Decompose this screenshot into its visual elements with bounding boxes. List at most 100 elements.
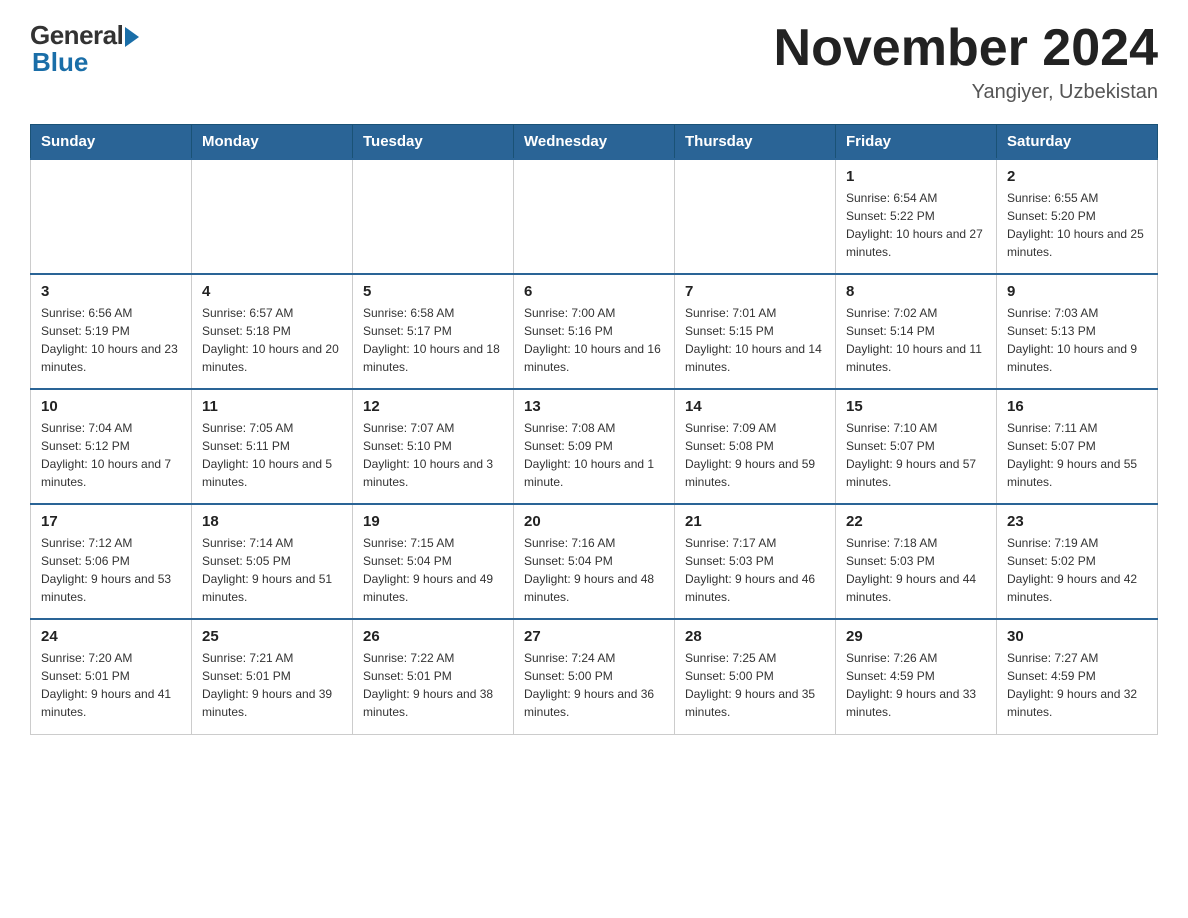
calendar-cell: 25 Sunrise: 7:21 AM Sunset: 5:01 PM Dayli… bbox=[192, 619, 353, 734]
calendar-week-row: 24 Sunrise: 7:20 AM Sunset: 5:01 PM Dayli… bbox=[31, 619, 1158, 734]
day-number: 28 bbox=[685, 628, 825, 645]
day-number: 18 bbox=[202, 513, 342, 530]
calendar-cell: 11 Sunrise: 7:05 AM Sunset: 5:11 PM Dayli… bbox=[192, 389, 353, 504]
day-of-week-header: Tuesday bbox=[353, 125, 514, 160]
calendar-cell: 27 Sunrise: 7:24 AM Sunset: 5:00 PM Dayli… bbox=[514, 619, 675, 734]
day-sun-info: Sunrise: 7:08 AM Sunset: 5:09 PM Dayligh… bbox=[524, 419, 664, 491]
logo: General Blue bbox=[30, 20, 139, 78]
day-number: 23 bbox=[1007, 513, 1147, 530]
day-sun-info: Sunrise: 7:20 AM Sunset: 5:01 PM Dayligh… bbox=[41, 649, 181, 721]
day-number: 10 bbox=[41, 398, 181, 415]
calendar-header-row: SundayMondayTuesdayWednesdayThursdayFrid… bbox=[31, 125, 1158, 160]
day-number: 24 bbox=[41, 628, 181, 645]
day-of-week-header: Thursday bbox=[675, 125, 836, 160]
day-sun-info: Sunrise: 7:11 AM Sunset: 5:07 PM Dayligh… bbox=[1007, 419, 1147, 491]
day-sun-info: Sunrise: 6:55 AM Sunset: 5:20 PM Dayligh… bbox=[1007, 189, 1147, 261]
calendar-cell: 8Sunrise: 7:02 AM Sunset: 5:14 PM Daylig… bbox=[836, 274, 997, 389]
day-sun-info: Sunrise: 7:00 AM Sunset: 5:16 PM Dayligh… bbox=[524, 304, 664, 376]
day-number: 14 bbox=[685, 398, 825, 415]
calendar-cell: 28 Sunrise: 7:25 AM Sunset: 5:00 PM Dayli… bbox=[675, 619, 836, 734]
day-number: 1 bbox=[846, 168, 986, 185]
calendar-cell bbox=[31, 159, 192, 274]
day-number: 5 bbox=[363, 283, 503, 300]
day-number: 4 bbox=[202, 283, 342, 300]
day-sun-info: Sunrise: 7:21 AM Sunset: 5:01 PM Dayligh… bbox=[202, 649, 342, 721]
day-sun-info: Sunrise: 6:58 AM Sunset: 5:17 PM Dayligh… bbox=[363, 304, 503, 376]
calendar-cell: 23 Sunrise: 7:19 AM Sunset: 5:02 PM Dayli… bbox=[997, 504, 1158, 619]
calendar-cell: 6 Sunrise: 7:00 AM Sunset: 5:16 PM Daylig… bbox=[514, 274, 675, 389]
calendar-cell bbox=[353, 159, 514, 274]
logo-arrow-icon bbox=[125, 27, 139, 47]
day-sun-info: Sunrise: 7:27 AM Sunset: 4:59 PM Dayligh… bbox=[1007, 649, 1147, 721]
day-sun-info: Sunrise: 7:24 AM Sunset: 5:00 PM Dayligh… bbox=[524, 649, 664, 721]
day-sun-info: Sunrise: 6:57 AM Sunset: 5:18 PM Dayligh… bbox=[202, 304, 342, 376]
calendar-cell: 21 Sunrise: 7:17 AM Sunset: 5:03 PM Dayli… bbox=[675, 504, 836, 619]
calendar-cell bbox=[192, 159, 353, 274]
day-sun-info: Sunrise: 7:19 AM Sunset: 5:02 PM Dayligh… bbox=[1007, 534, 1147, 606]
day-of-week-header: Friday bbox=[836, 125, 997, 160]
day-of-week-header: Monday bbox=[192, 125, 353, 160]
calendar-cell: 20 Sunrise: 7:16 AM Sunset: 5:04 PM Dayli… bbox=[514, 504, 675, 619]
day-number: 30 bbox=[1007, 628, 1147, 645]
day-number: 19 bbox=[363, 513, 503, 530]
day-sun-info: Sunrise: 7:10 AM Sunset: 5:07 PM Dayligh… bbox=[846, 419, 986, 491]
day-sun-info: Sunrise: 7:09 AM Sunset: 5:08 PM Dayligh… bbox=[685, 419, 825, 491]
day-number: 2 bbox=[1007, 168, 1147, 185]
day-number: 17 bbox=[41, 513, 181, 530]
calendar-week-row: 17Sunrise: 7:12 AM Sunset: 5:06 PM Dayli… bbox=[31, 504, 1158, 619]
calendar-week-row: 10 Sunrise: 7:04 AM Sunset: 5:12 PM Dayli… bbox=[31, 389, 1158, 504]
day-number: 9 bbox=[1007, 283, 1147, 300]
day-sun-info: Sunrise: 7:17 AM Sunset: 5:03 PM Dayligh… bbox=[685, 534, 825, 606]
calendar-cell: 1 Sunrise: 6:54 AM Sunset: 5:22 PM Daylig… bbox=[836, 159, 997, 274]
calendar-cell: 12 Sunrise: 7:07 AM Sunset: 5:10 PM Dayli… bbox=[353, 389, 514, 504]
title-section: November 2024 Yangiyer, Uzbekistan bbox=[774, 20, 1158, 104]
calendar-table: SundayMondayTuesdayWednesdayThursdayFrid… bbox=[30, 124, 1158, 735]
calendar-cell: 14 Sunrise: 7:09 AM Sunset: 5:08 PM Dayli… bbox=[675, 389, 836, 504]
calendar-cell: 26Sunrise: 7:22 AM Sunset: 5:01 PM Dayli… bbox=[353, 619, 514, 734]
day-number: 25 bbox=[202, 628, 342, 645]
day-sun-info: Sunrise: 7:16 AM Sunset: 5:04 PM Dayligh… bbox=[524, 534, 664, 606]
day-number: 6 bbox=[524, 283, 664, 300]
calendar-cell bbox=[514, 159, 675, 274]
day-number: 22 bbox=[846, 513, 986, 530]
day-number: 16 bbox=[1007, 398, 1147, 415]
calendar-cell: 22 Sunrise: 7:18 AM Sunset: 5:03 PM Dayli… bbox=[836, 504, 997, 619]
day-number: 7 bbox=[685, 283, 825, 300]
calendar-cell: 9 Sunrise: 7:03 AM Sunset: 5:13 PM Daylig… bbox=[997, 274, 1158, 389]
calendar-cell: 2 Sunrise: 6:55 AM Sunset: 5:20 PM Daylig… bbox=[997, 159, 1158, 274]
day-sun-info: Sunrise: 7:18 AM Sunset: 5:03 PM Dayligh… bbox=[846, 534, 986, 606]
calendar-cell: 16 Sunrise: 7:11 AM Sunset: 5:07 PM Dayli… bbox=[997, 389, 1158, 504]
calendar-cell bbox=[675, 159, 836, 274]
calendar-cell: 7 Sunrise: 7:01 AM Sunset: 5:15 PM Daylig… bbox=[675, 274, 836, 389]
day-number: 21 bbox=[685, 513, 825, 530]
day-number: 13 bbox=[524, 398, 664, 415]
day-sun-info: Sunrise: 7:01 AM Sunset: 5:15 PM Dayligh… bbox=[685, 304, 825, 376]
calendar-cell: 17Sunrise: 7:12 AM Sunset: 5:06 PM Dayli… bbox=[31, 504, 192, 619]
day-sun-info: Sunrise: 7:04 AM Sunset: 5:12 PM Dayligh… bbox=[41, 419, 181, 491]
day-sun-info: Sunrise: 7:03 AM Sunset: 5:13 PM Dayligh… bbox=[1007, 304, 1147, 376]
day-sun-info: Sunrise: 6:54 AM Sunset: 5:22 PM Dayligh… bbox=[846, 189, 986, 261]
calendar-cell: 18 Sunrise: 7:14 AM Sunset: 5:05 PM Dayli… bbox=[192, 504, 353, 619]
day-sun-info: Sunrise: 7:05 AM Sunset: 5:11 PM Dayligh… bbox=[202, 419, 342, 491]
calendar-cell: 19Sunrise: 7:15 AM Sunset: 5:04 PM Dayli… bbox=[353, 504, 514, 619]
day-sun-info: Sunrise: 7:25 AM Sunset: 5:00 PM Dayligh… bbox=[685, 649, 825, 721]
day-number: 29 bbox=[846, 628, 986, 645]
day-of-week-header: Wednesday bbox=[514, 125, 675, 160]
calendar-cell: 24 Sunrise: 7:20 AM Sunset: 5:01 PM Dayli… bbox=[31, 619, 192, 734]
logo-blue-text: Blue bbox=[32, 47, 88, 78]
calendar-cell: 13 Sunrise: 7:08 AM Sunset: 5:09 PM Dayli… bbox=[514, 389, 675, 504]
day-number: 15 bbox=[846, 398, 986, 415]
day-of-week-header: Saturday bbox=[997, 125, 1158, 160]
day-sun-info: Sunrise: 7:22 AM Sunset: 5:01 PM Dayligh… bbox=[363, 649, 503, 721]
day-sun-info: Sunrise: 7:14 AM Sunset: 5:05 PM Dayligh… bbox=[202, 534, 342, 606]
day-sun-info: Sunrise: 7:07 AM Sunset: 5:10 PM Dayligh… bbox=[363, 419, 503, 491]
day-number: 11 bbox=[202, 398, 342, 415]
day-number: 12 bbox=[363, 398, 503, 415]
day-number: 20 bbox=[524, 513, 664, 530]
day-number: 27 bbox=[524, 628, 664, 645]
calendar-week-row: 3Sunrise: 6:56 AM Sunset: 5:19 PM Daylig… bbox=[31, 274, 1158, 389]
day-sun-info: Sunrise: 6:56 AM Sunset: 5:19 PM Dayligh… bbox=[41, 304, 181, 376]
month-title: November 2024 bbox=[774, 20, 1158, 77]
day-sun-info: Sunrise: 7:26 AM Sunset: 4:59 PM Dayligh… bbox=[846, 649, 986, 721]
calendar-cell: 3Sunrise: 6:56 AM Sunset: 5:19 PM Daylig… bbox=[31, 274, 192, 389]
